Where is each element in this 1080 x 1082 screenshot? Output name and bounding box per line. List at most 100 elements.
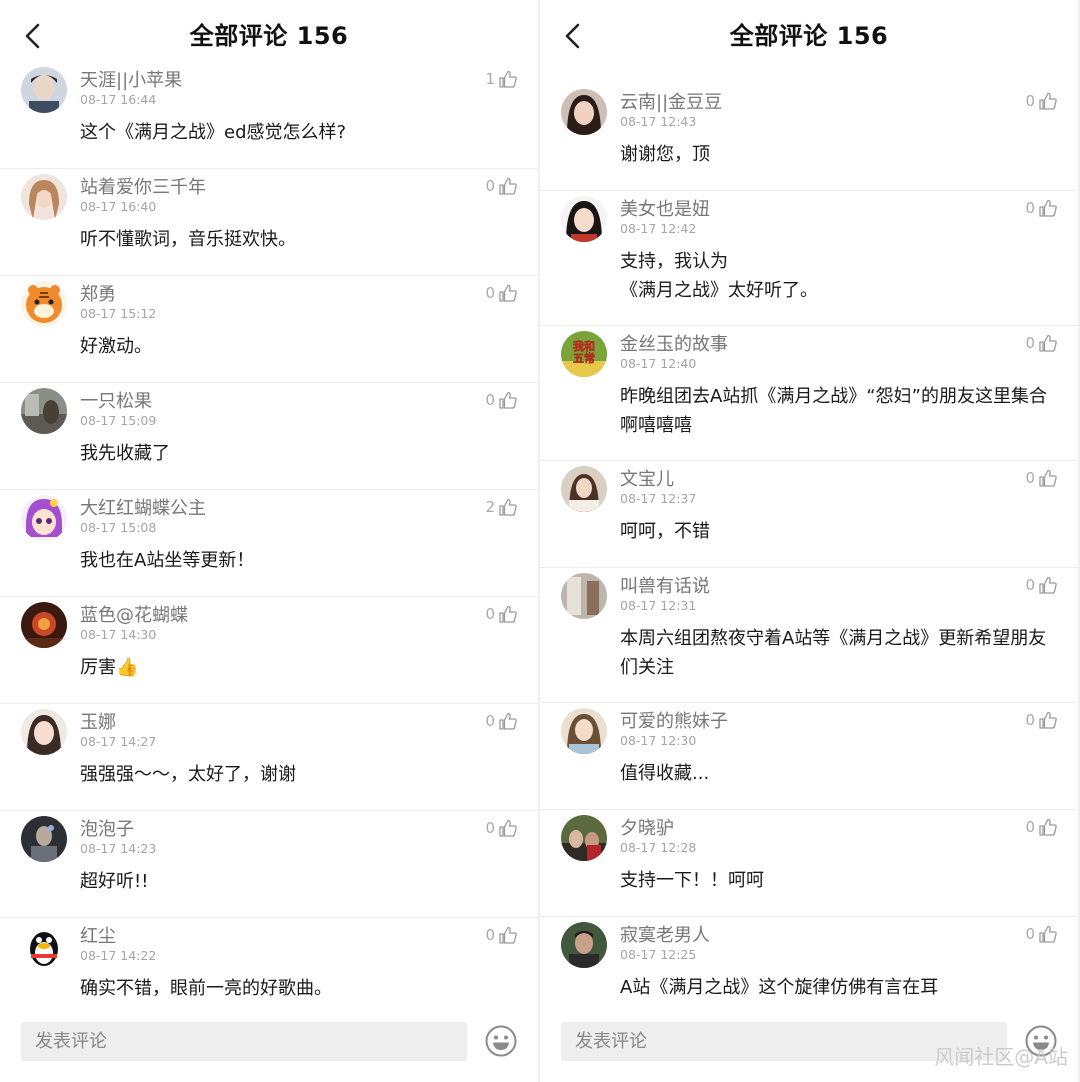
like-count: 0 [485, 819, 495, 837]
comment-author[interactable]: 红尘 [80, 922, 116, 948]
like-button[interactable]: 0 [485, 603, 518, 625]
avatar[interactable] [21, 388, 67, 434]
avatar[interactable] [21, 816, 67, 862]
comment-item: 蓝色@花蝴蝶 08-17 14:30 0 厉害👍 [0, 597, 538, 704]
like-count: 0 [1025, 711, 1035, 729]
comment-time: 08-17 14:30 [80, 627, 157, 642]
comment-item: 叫兽有话说 08-17 12:31 0 本周六组团熬夜守着A站等《满月之战》更新… [540, 568, 1078, 703]
like-button[interactable]: 2 [485, 496, 518, 518]
comment-list[interactable]: 云南||金豆豆 08-17 12:43 0 谢谢您，顶 美女也是妞 08-17 … [540, 84, 1078, 1024]
comment-item: 玉娜 08-17 14:27 0 强强强～～，太好了，谢谢 [0, 704, 538, 811]
like-button[interactable]: 0 [1025, 709, 1058, 731]
comment-author[interactable]: 天涯||小苹果 [80, 66, 182, 92]
page-title: 全部评论 156 [189, 22, 349, 50]
avatar[interactable] [21, 281, 67, 327]
avatar[interactable] [21, 602, 67, 648]
like-count: 2 [485, 498, 495, 516]
avatar[interactable] [21, 67, 67, 113]
comment-author[interactable]: 云南||金豆豆 [620, 88, 722, 114]
avatar[interactable] [561, 89, 607, 135]
like-button[interactable]: 0 [485, 282, 518, 304]
avatar[interactable]: 我和五常 [561, 331, 607, 377]
like-count: 0 [485, 391, 495, 409]
comment-text: 超好听!! [80, 871, 149, 892]
comment-author[interactable]: 可爱的熊妹子 [620, 707, 728, 733]
comment-item: 天涯||小苹果 08-17 16:44 1 这个《满月之战》ed感觉怎么样? [0, 62, 538, 169]
avatar[interactable] [561, 922, 607, 968]
comment-author[interactable]: 文宝儿 [620, 465, 674, 491]
thumbs-up-icon [1039, 199, 1057, 217]
comment-author[interactable]: 蓝色@花蝴蝶 [80, 601, 188, 627]
like-button[interactable]: 0 [1025, 923, 1058, 945]
like-count: 0 [1025, 925, 1035, 943]
comment-time: 08-17 15:08 [80, 520, 157, 535]
like-button[interactable]: 1 [485, 68, 518, 90]
like-count: 0 [485, 177, 495, 195]
comment-text: 谢谢您，顶 [620, 144, 710, 165]
like-button[interactable]: 0 [485, 389, 518, 411]
comment-author[interactable]: 寂寞老男人 [620, 921, 710, 947]
comment-author[interactable]: 叫兽有话说 [620, 572, 710, 598]
like-button[interactable]: 0 [1025, 467, 1058, 489]
comment-time: 08-17 16:44 [80, 92, 157, 107]
avatar[interactable] [561, 573, 607, 619]
like-count: 0 [1025, 92, 1035, 110]
avatar[interactable] [21, 495, 67, 541]
comment-time: 08-17 12:37 [620, 491, 697, 506]
comment-author[interactable]: 一只松果 [80, 387, 152, 413]
like-button[interactable]: 0 [1025, 197, 1058, 219]
comment-author[interactable]: 郑勇 [80, 280, 116, 306]
comment-time: 08-17 12:40 [620, 356, 697, 371]
comment-item: 夕晓驴 08-17 12:28 0 支持一下！！呵呵 [540, 810, 1078, 917]
comment-text: 厉害👍 [80, 657, 139, 678]
comment-time: 08-17 12:42 [620, 221, 697, 236]
like-count: 0 [485, 712, 495, 730]
emoji-icon[interactable] [484, 1024, 518, 1058]
comment-author[interactable]: 站着爱你三千年 [80, 173, 206, 199]
comment-text: 昨晚组团去A站抓《满月之战》“怨妇”的朋友这里集合 啊嘻嘻嘻 [620, 386, 1047, 436]
page-title: 全部评论 156 [729, 22, 889, 50]
like-button[interactable]: 0 [485, 175, 518, 197]
avatar[interactable] [561, 815, 607, 861]
comment-text: 支持一下！！呵呵 [620, 870, 764, 891]
comment-text: 好激动。 [80, 336, 152, 357]
like-button[interactable]: 0 [485, 924, 518, 946]
avatar[interactable] [561, 196, 607, 242]
watermark: 风闻社区@A站 [934, 1045, 1068, 1069]
like-count: 0 [1025, 818, 1035, 836]
thumbs-up-icon [1039, 469, 1057, 487]
like-button[interactable]: 0 [1025, 332, 1058, 354]
thumbs-up-icon [499, 391, 517, 409]
comment-input[interactable] [21, 1022, 467, 1061]
thumbs-up-icon [499, 819, 517, 837]
avatar[interactable] [561, 708, 607, 754]
like-count: 0 [485, 605, 495, 623]
avatar[interactable] [21, 174, 67, 220]
avatar[interactable] [21, 923, 67, 969]
comment-text: 我也在A站坐等更新！ [80, 550, 255, 571]
like-button[interactable]: 0 [485, 817, 518, 839]
comment-author[interactable]: 玉娜 [80, 708, 116, 734]
comment-author[interactable]: 美女也是妞 [620, 195, 710, 221]
comment-author[interactable]: 泡泡子 [80, 815, 134, 841]
comment-author[interactable]: 夕晓驴 [620, 814, 674, 840]
avatar-badge-line-1: 我和 [573, 339, 595, 353]
comment-text: A站《满月之战》这个旋律仿佛有言在耳 [620, 977, 939, 998]
like-count: 0 [485, 926, 495, 944]
comment-text: 强强强～～，太好了，谢谢 [80, 764, 296, 785]
like-button[interactable]: 0 [1025, 816, 1058, 838]
comment-time: 08-17 14:22 [80, 948, 157, 963]
avatar[interactable] [561, 466, 607, 512]
like-button[interactable]: 0 [1025, 574, 1058, 596]
like-button[interactable]: 0 [485, 710, 518, 732]
comment-item: 大红红蝴蝶公主 08-17 15:08 2 我也在A站坐等更新！ [0, 490, 538, 597]
avatar[interactable] [21, 709, 67, 755]
comment-text: 呵呵，不错 [620, 521, 710, 542]
like-count: 0 [1025, 199, 1035, 217]
like-button[interactable]: 0 [1025, 90, 1058, 112]
comment-author[interactable]: 金丝玉的故事 [620, 330, 728, 356]
thumbs-up-icon [1039, 711, 1057, 729]
comment-time: 08-17 12:28 [620, 840, 697, 855]
comment-list[interactable]: 天涯||小苹果 08-17 16:44 1 这个《满月之战》ed感觉怎么样? 站… [0, 62, 538, 1025]
comment-author[interactable]: 大红红蝴蝶公主 [80, 494, 206, 520]
